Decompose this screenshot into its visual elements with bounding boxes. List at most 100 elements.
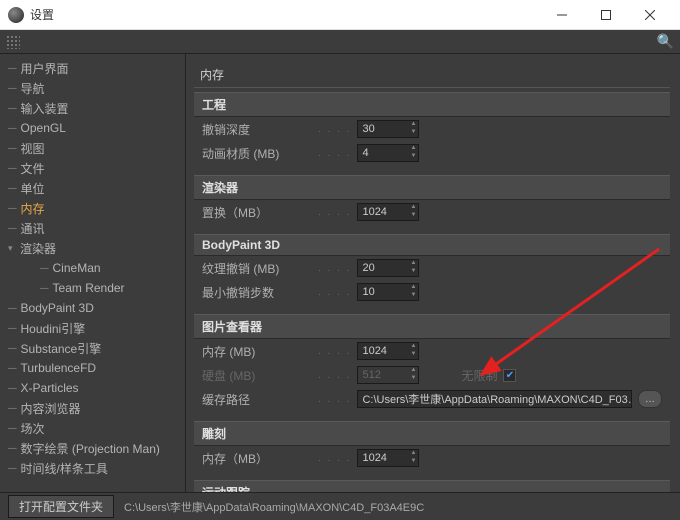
sidebar-item-18[interactable]: ─场次 (0, 418, 185, 438)
tree-dash-icon: ─ (8, 61, 17, 75)
setting-row: 最小撤销步数 . . . . 10▲▼ (194, 280, 670, 304)
spin-up-icon[interactable]: ▲ (408, 284, 418, 292)
spinner[interactable]: ▲▼ (408, 284, 418, 300)
spin-down-icon[interactable]: ▼ (408, 375, 418, 383)
open-config-folder-button[interactable]: 打开配置文件夹 (8, 495, 114, 518)
tree-toggle-icon[interactable]: ▾ (8, 243, 18, 254)
setting-label: 撤销深度 (202, 121, 312, 138)
sidebar-item-label: 视图 (21, 140, 45, 157)
spinner[interactable]: ▲▼ (408, 145, 418, 161)
sidebar-item-9[interactable]: ▾渲染器 (0, 238, 185, 258)
spinner[interactable]: ▲▼ (408, 121, 418, 137)
tree-dash-icon: ─ (8, 361, 17, 375)
sidebar-item-15[interactable]: ─TurbulenceFD (0, 358, 185, 378)
settings-window: 设置 🔍 ─用户界面─导航─输入装置─OpenGL─视图─文件─单位─内存─通讯… (0, 0, 680, 520)
leader-dots: . . . . (318, 263, 351, 274)
layout-icon[interactable] (6, 35, 20, 49)
sidebar-item-label: 文件 (21, 160, 45, 177)
sidebar-item-20[interactable]: ─时间线/样条工具 (0, 458, 185, 478)
tree-dash-icon: ─ (8, 161, 17, 175)
spin-up-icon[interactable]: ▲ (408, 204, 418, 212)
sidebar-item-label: 用户界面 (21, 60, 69, 77)
tree-dash-icon: ─ (8, 201, 17, 215)
tree-dash-icon: ─ (40, 281, 49, 295)
sidebar-item-2[interactable]: ─ 输入装置 (0, 98, 185, 118)
sidebar-item-label: 时间线/样条工具 (21, 460, 108, 477)
spinner[interactable]: ▲▼ (408, 260, 418, 276)
spinner: ▲▼ (408, 367, 418, 383)
sidebar-item-14[interactable]: ─Substance引擎 (0, 338, 185, 358)
group-header: 渲染器 (194, 175, 670, 200)
setting-row: 纹理撤销 (MB) . . . . 20▲▼ (194, 256, 670, 280)
spin-up-icon[interactable]: ▲ (408, 121, 418, 129)
spin-down-icon[interactable]: ▼ (408, 292, 418, 300)
sidebar-item-11[interactable]: ─Team Render (0, 278, 185, 298)
main-area: ─用户界面─导航─输入装置─OpenGL─视图─文件─单位─内存─通讯▾渲染器─… (0, 54, 680, 492)
spin-up-icon[interactable]: ▲ (408, 145, 418, 153)
sidebar-item-19[interactable]: ─数字绘景 (Projection Man) (0, 438, 185, 458)
setting-label: 缓存路径 (202, 391, 312, 408)
sidebar-item-7[interactable]: ─内存 (0, 198, 185, 218)
sidebar-item-6[interactable]: ─ 单位 (0, 178, 185, 198)
setting-label: 内存（MB） (202, 450, 312, 467)
maximize-button[interactable] (584, 1, 628, 29)
sidebar-item-16[interactable]: ─X-Particles (0, 378, 185, 398)
spinner[interactable]: ▲▼ (408, 343, 418, 359)
tree-dash-icon: ─ (8, 301, 17, 315)
spin-down-icon[interactable]: ▼ (408, 268, 418, 276)
sidebar-item-label: CineMan (53, 261, 101, 275)
spinner[interactable]: ▲▼ (408, 450, 418, 466)
sidebar-item-label: 内容浏览器 (21, 400, 81, 417)
browse-button[interactable]: … (638, 390, 662, 408)
group-4: 雕刻内存（MB） . . . . 1024▲▼ (194, 421, 670, 470)
sidebar-item-label: OpenGL (21, 121, 66, 135)
tree-dash-icon: ─ (8, 181, 17, 195)
sidebar-item-label: 导航 (21, 80, 45, 97)
sidebar-item-5[interactable]: ─ 文件 (0, 158, 185, 178)
unlimited-checkbox[interactable]: ✔ (503, 369, 516, 382)
tree-dash-icon: ─ (8, 401, 17, 415)
spin-down-icon[interactable]: ▼ (408, 458, 418, 466)
page-title: 内存 (194, 62, 670, 88)
spin-up-icon[interactable]: ▲ (408, 343, 418, 351)
tree-dash-icon: ─ (8, 121, 17, 135)
spin-up-icon[interactable]: ▲ (408, 450, 418, 458)
leader-dots: . . . . (318, 453, 351, 464)
path-input[interactable]: C:\Users\李世康\AppData\Roaming\MAXON\C4D_F… (357, 390, 632, 408)
checkbox-label: 无限制 (461, 367, 497, 384)
spin-up-icon[interactable]: ▲ (408, 260, 418, 268)
group-1: 渲染器置换（MB） . . . . 1024▲▼ (194, 175, 670, 224)
group-5: 运动跟踪最大素材缓存（MB） . . . . 2048▲▼最小系统保留（MB） … (194, 480, 670, 492)
sidebar-item-12[interactable]: ─ BodyPaint 3D (0, 298, 185, 318)
minimize-button[interactable] (540, 1, 584, 29)
spinner[interactable]: ▲▼ (408, 204, 418, 220)
sidebar-item-label: 输入装置 (21, 100, 69, 117)
close-button[interactable] (628, 1, 672, 29)
sidebar-item-3[interactable]: ─ OpenGL (0, 118, 185, 138)
sidebar-item-17[interactable]: ─ 内容浏览器 (0, 398, 185, 418)
spin-down-icon[interactable]: ▼ (408, 129, 418, 137)
sidebar-item-4[interactable]: ─视图 (0, 138, 185, 158)
leader-dots: . . . . (318, 370, 351, 381)
spin-up-icon[interactable]: ▲ (408, 367, 418, 375)
search-icon[interactable]: 🔍 (657, 33, 674, 50)
sidebar-item-label: 渲染器 (20, 240, 56, 257)
content-panel: 内存 工程撤销深度 . . . . 30▲▼动画材质 (MB) . . . . … (186, 54, 680, 492)
sidebar-item-0[interactable]: ─ 用户界面 (0, 58, 185, 78)
setting-label: 内存 (MB) (202, 343, 312, 360)
spin-down-icon[interactable]: ▼ (408, 351, 418, 359)
sidebar-item-label: Substance引擎 (21, 340, 102, 357)
titlebar: 设置 (0, 0, 680, 30)
sidebar-item-label: BodyPaint 3D (21, 301, 94, 315)
sidebar-item-8[interactable]: ─通讯 (0, 218, 185, 238)
sidebar-item-10[interactable]: ─CineMan (0, 258, 185, 278)
sidebar-item-label: 通讯 (21, 220, 45, 237)
sidebar-item-1[interactable]: ─导航 (0, 78, 185, 98)
sidebar-item-label: 场次 (21, 420, 45, 437)
spin-down-icon[interactable]: ▼ (408, 212, 418, 220)
spin-down-icon[interactable]: ▼ (408, 153, 418, 161)
tree-dash-icon: ─ (8, 101, 17, 115)
setting-label: 置换（MB） (202, 204, 312, 221)
sidebar-item-13[interactable]: ─Houdini引擎 (0, 318, 185, 338)
sidebar-item-label: 单位 (21, 180, 45, 197)
